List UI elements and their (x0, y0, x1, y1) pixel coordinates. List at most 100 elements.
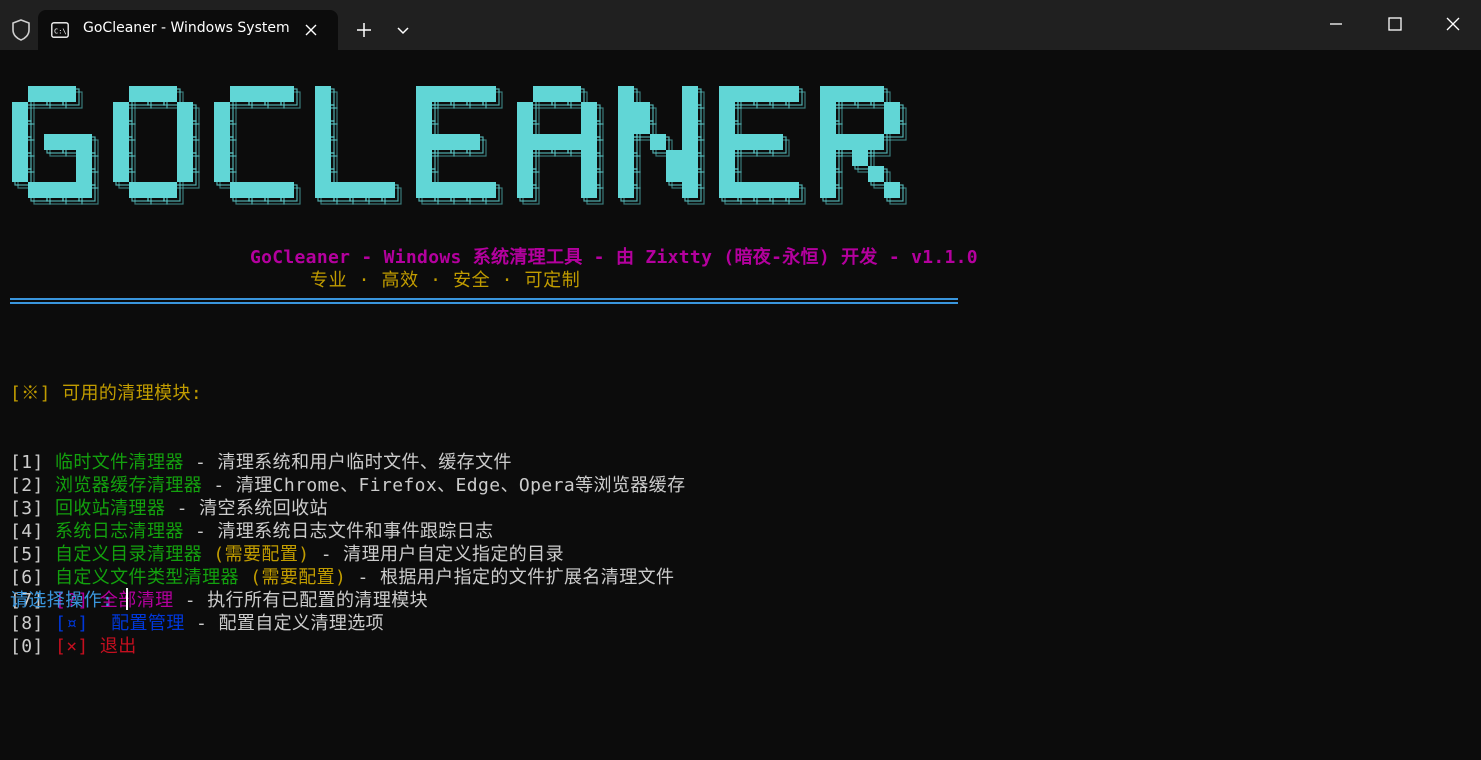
banner-block (735, 134, 751, 150)
banner-block (432, 86, 448, 102)
banner-block (719, 182, 735, 198)
banner-block (719, 86, 735, 102)
menu-item[interactable]: [1] 临时文件清理器 - 清理系统和用户临时文件、缓存文件 (10, 451, 685, 474)
menu-item-config-note: (需要配置) (250, 567, 347, 588)
banner-block (634, 118, 650, 134)
banner-block (230, 182, 246, 198)
banner-block (214, 150, 230, 166)
menu-item-key: [6] (10, 567, 55, 588)
banner-block (581, 150, 597, 166)
close-window-icon[interactable] (1443, 14, 1463, 34)
banner-block (517, 102, 533, 118)
banner-block (432, 134, 448, 150)
banner-block (177, 102, 193, 118)
menu-item-key: [3] (10, 498, 55, 519)
input-prompt[interactable]: 请选择操作: (10, 588, 129, 612)
banner-block (230, 86, 246, 102)
banner-block (379, 182, 395, 198)
banner-block (767, 182, 783, 198)
menu-item[interactable]: [6] 自定义文件类型清理器 (需要配置) - 根据用户指定的文件扩展名清理文件 (10, 566, 685, 589)
maximize-icon[interactable] (1385, 14, 1405, 34)
banner-block (533, 134, 549, 150)
menu-item-key: [2] (10, 475, 55, 496)
banner-block (682, 86, 698, 102)
banner-block (517, 134, 533, 150)
chevron-down-icon[interactable] (394, 21, 412, 39)
menu-item-description: - 根据用户指定的文件扩展名清理文件 (346, 567, 675, 588)
menu-item-description: - 清理用户自定义指定的目录 (309, 544, 564, 565)
banner-block (735, 86, 751, 102)
banner-block (177, 118, 193, 134)
text-cursor (126, 588, 129, 610)
banner-block (719, 134, 735, 150)
banner-block (12, 166, 28, 182)
banner-block (416, 166, 432, 182)
banner-block (868, 134, 884, 150)
banner-block (884, 118, 900, 134)
banner-block (315, 118, 331, 134)
banner-block (246, 86, 262, 102)
banner-block (581, 182, 597, 198)
menu-item-name: 系统日志清理器 (54, 521, 184, 542)
banner-block (113, 118, 129, 134)
banner-block (549, 86, 565, 102)
banner-block (12, 118, 28, 134)
banner-block (820, 166, 836, 182)
banner-block (618, 118, 634, 134)
banner-block (214, 134, 230, 150)
banner-block (331, 182, 347, 198)
banner-block (767, 134, 783, 150)
banner-block (145, 182, 161, 198)
banner-block (751, 134, 767, 150)
minimize-icon[interactable] (1326, 14, 1346, 34)
banner-block (416, 102, 432, 118)
banner-block (682, 118, 698, 134)
menu-item-description: - 清理系统日志文件和事件跟踪日志 (183, 521, 494, 542)
banner-block (347, 182, 363, 198)
banner-block (751, 182, 767, 198)
menu-item-key: [5] (10, 544, 55, 565)
banner-block (315, 150, 331, 166)
banner-block (12, 150, 28, 166)
banner-block (767, 86, 783, 102)
banner-block (783, 86, 799, 102)
menu-item-config-note: (需要配置) (213, 544, 310, 565)
close-tab-icon[interactable] (302, 21, 320, 39)
banner-block (448, 182, 464, 198)
menu-item[interactable]: [8] [¤] 配置管理 - 配置自定义清理选项 (10, 612, 685, 635)
banner-block (12, 134, 28, 150)
prompt-label: 请选择操作: (10, 590, 125, 611)
menu-item-name: 自定义文件类型清理器 (54, 567, 251, 588)
menu-item-description: - 清理Chrome、Firefox、Edge、Opera等浏览器缓存 (202, 475, 686, 496)
banner-block (145, 86, 161, 102)
banner-block (820, 134, 836, 150)
banner-block (246, 182, 262, 198)
banner-block (581, 102, 597, 118)
banner-block (581, 134, 597, 150)
new-tab-icon[interactable] (354, 20, 374, 40)
menu-item[interactable]: [0] [×] 退出 (10, 635, 685, 658)
menu-item[interactable]: [2] 浏览器缓存清理器 - 清理Chrome、Firefox、Edge、Ope… (10, 474, 685, 497)
banner-block (315, 134, 331, 150)
menu-item[interactable]: [5] 自定义目录清理器 (需要配置) - 清理用户自定义指定的目录 (10, 543, 685, 566)
banner-block (262, 86, 278, 102)
banner-block (682, 102, 698, 118)
banner-block (852, 86, 868, 102)
title-bar[interactable]: C:\ GoCleaner - Windows System (0, 0, 1481, 50)
gocleaner-banner-logo (12, 86, 907, 205)
banner-block (533, 86, 549, 102)
menu-item-name: 临时文件清理器 (54, 452, 184, 473)
banner-block (836, 134, 852, 150)
tab-gocleaner[interactable]: C:\ GoCleaner - Windows System (38, 10, 338, 50)
banner-block (464, 182, 480, 198)
menu-item-description: - 清理系统和用户临时文件、缓存文件 (183, 452, 512, 473)
banner-block (60, 182, 76, 198)
menu-item[interactable]: [4] 系统日志清理器 - 清理系统日志文件和事件跟踪日志 (10, 520, 685, 543)
banner-block (363, 182, 379, 198)
banner-block (517, 150, 533, 166)
shield-icon (12, 19, 30, 41)
menu-title: [※] 可用的清理模块: (10, 383, 203, 404)
banner-block (214, 118, 230, 134)
banner-block (177, 134, 193, 150)
menu-item[interactable]: [3] 回收站清理器 - 清空系统回收站 (10, 497, 685, 520)
